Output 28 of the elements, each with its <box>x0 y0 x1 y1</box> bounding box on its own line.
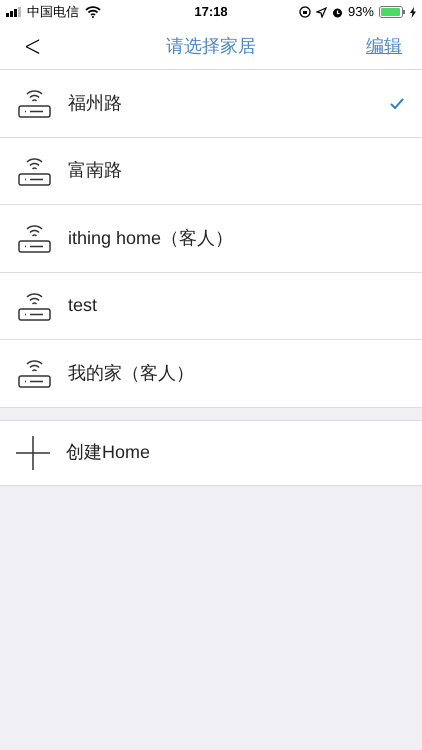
signal-icon <box>6 7 24 17</box>
home-name: test <box>68 294 98 318</box>
plus-icon <box>16 436 50 470</box>
wifi-icon <box>85 6 101 18</box>
clock-time: 17:18 <box>194 3 228 22</box>
home-name: ithing home（客人） <box>68 226 234 250</box>
carrier-name: 中国电信 <box>27 3 79 22</box>
charging-bolt-icon <box>410 6 416 18</box>
home-name: 我的家（客人） <box>68 362 194 385</box>
router-icon <box>18 156 51 186</box>
edit-link[interactable]: 编辑 <box>366 33 402 60</box>
page-title: 请选择家居 <box>166 35 256 58</box>
home-row[interactable]: test <box>0 272 422 340</box>
create-home-button[interactable]: 创建Home <box>0 420 422 486</box>
router-icon <box>18 290 51 321</box>
rotation-lock-icon <box>298 6 311 18</box>
alarm-icon <box>332 6 343 18</box>
back-button[interactable]: < <box>24 32 42 62</box>
home-row[interactable]: 富南路 <box>0 138 422 205</box>
create-home-label: 创建Home <box>66 441 150 464</box>
home-name: 富南路 <box>68 159 122 182</box>
router-icon <box>18 358 51 388</box>
battery-icon <box>379 6 405 18</box>
location-arrow-icon <box>316 6 327 18</box>
router-icon <box>18 88 51 118</box>
router-icon <box>18 223 51 254</box>
home-name: 福州路 <box>68 92 122 115</box>
battery-percent: 93% <box>348 3 374 22</box>
